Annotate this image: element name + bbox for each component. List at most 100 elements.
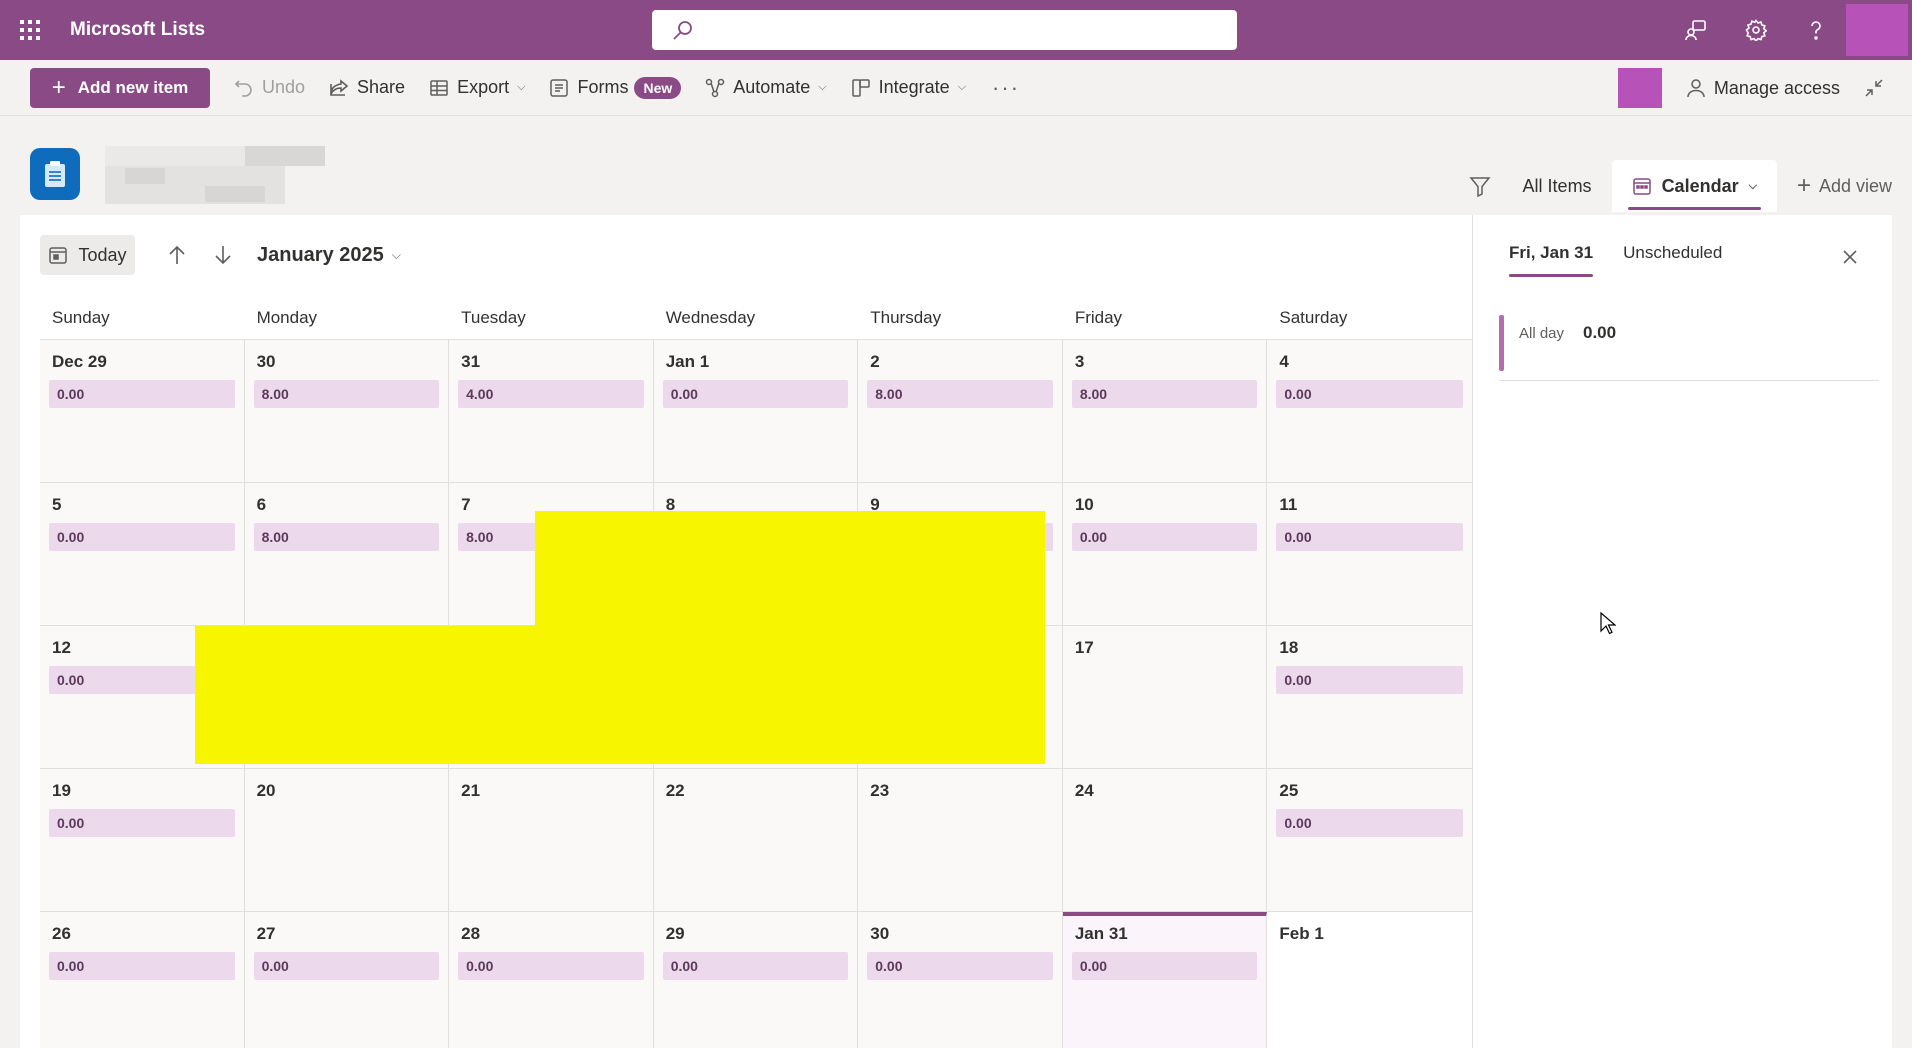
list-color-swatch[interactable] [1617, 68, 1662, 108]
export-button[interactable]: Export ⌵ [417, 68, 537, 108]
next-month-button[interactable] [201, 235, 245, 275]
calendar-day-cell[interactable]: 20 [244, 769, 450, 912]
calendar-day-cell[interactable]: 30 8.00 [244, 340, 450, 483]
weekday-label: Monday [256, 308, 318, 327]
calendar-event[interactable]: 8.00 [253, 380, 440, 408]
calendar-event[interactable]: 8.00 [1071, 380, 1258, 408]
calendar-event[interactable]: 0.00 [49, 523, 235, 551]
day-number: 7 [461, 495, 471, 514]
more-options-button[interactable]: ··· [978, 75, 1034, 101]
day-number: 27 [256, 924, 276, 943]
calendar-event[interactable]: 0.00 [662, 380, 849, 408]
new-badge: New [634, 76, 682, 99]
feedback-button[interactable] [1666, 0, 1726, 60]
tab-all-items[interactable]: All Items [1503, 160, 1612, 212]
calendar-day-cell[interactable]: Jan 1 0.00 [653, 340, 859, 483]
app-title[interactable]: Microsoft Lists [70, 19, 205, 41]
close-icon[interactable] [1838, 245, 1862, 269]
manage-access-button[interactable]: Manage access [1674, 68, 1852, 108]
calendar-day-cell[interactable]: Jan 31 0.00 [1062, 912, 1268, 1048]
calendar-day-cell[interactable]: 26 0.00 [40, 912, 245, 1048]
filter-button[interactable] [1457, 163, 1503, 209]
calendar-day-cell[interactable]: 19 0.00 [40, 769, 245, 912]
calendar-day-cell[interactable]: 25 0.00 [1267, 769, 1472, 912]
calendar-day-cell[interactable]: 28 0.00 [449, 912, 654, 1048]
mouse-cursor-icon [1600, 612, 1616, 635]
calendar-day-cell[interactable]: 23 [858, 769, 1063, 912]
tab-selected-date[interactable]: Fri, Jan 31 [1509, 243, 1594, 277]
calendar-event[interactable]: 8.00 [867, 380, 1053, 408]
collapse-icon [1865, 79, 1883, 97]
month-picker[interactable]: January 2025 ⌵ [257, 244, 401, 267]
calendar-today-icon [49, 247, 68, 264]
calendar-day-cell[interactable]: 21 [449, 769, 654, 912]
day-number: 17 [1074, 638, 1094, 657]
calendar-day-cell[interactable]: 29 0.00 [653, 912, 859, 1048]
settings-button[interactable] [1726, 0, 1786, 60]
weekday-label: Saturday [1279, 308, 1348, 327]
app-launcher-button[interactable] [0, 0, 60, 60]
calendar-day-cell[interactable]: 2 8.00 [858, 340, 1063, 483]
automate-button[interactable]: Automate ⌵ [693, 68, 838, 108]
calendar-event[interactable]: 0.00 [49, 952, 235, 980]
calendar-event[interactable]: 0.00 [1276, 666, 1463, 694]
calendar-event[interactable]: 0.00 [458, 952, 644, 980]
calendar-event[interactable]: 0.00 [1276, 380, 1463, 408]
calendar-event[interactable]: 0.00 [1071, 523, 1258, 551]
help-button[interactable] [1786, 0, 1846, 60]
weekday-label: Tuesday [461, 308, 526, 327]
search-input[interactable] [704, 12, 1237, 48]
highlight-marker [195, 626, 1045, 764]
calendar-day-cell[interactable]: 11 0.00 [1267, 483, 1472, 626]
calendar-event[interactable]: 0.00 [1071, 952, 1258, 980]
calendar-day-cell[interactable]: 5 0.00 [40, 483, 245, 626]
day-number: 3 [1074, 352, 1085, 371]
share-button[interactable]: Share [317, 68, 417, 108]
day-number: 23 [870, 781, 890, 800]
day-number: 11 [1279, 495, 1298, 514]
calendar-day-cell[interactable]: 6 8.00 [244, 483, 450, 626]
calendar-toolbar: Today January 2025 ⌵ [40, 235, 401, 275]
search-box[interactable] [652, 10, 1237, 50]
calendar-event[interactable]: 0.00 [253, 952, 440, 980]
day-number: 5 [52, 495, 62, 514]
undo-icon [234, 79, 252, 97]
day-number: 31 [461, 352, 481, 371]
calendar-event[interactable]: 0.00 [867, 952, 1053, 980]
tab-calendar[interactable]: Calendar ⌵ [1611, 160, 1777, 212]
undo-button[interactable]: Undo [222, 68, 317, 108]
calendar-event[interactable]: 4.00 [458, 380, 644, 408]
integrate-button[interactable]: Integrate ⌵ [839, 68, 978, 108]
view-switcher: All Items Calendar ⌵ + Add view [1457, 160, 1912, 212]
calendar-day-cell[interactable]: 22 [653, 769, 859, 912]
calendar-event[interactable]: 0.00 [49, 809, 235, 837]
calendar-day-cell[interactable]: 18 0.00 [1267, 626, 1472, 769]
calendar-day-cell[interactable]: 4 0.00 [1267, 340, 1472, 483]
calendar-day-cell[interactable]: 17 [1062, 626, 1268, 769]
calendar-event[interactable]: 0.00 [1276, 809, 1463, 837]
calendar-event[interactable]: 8.00 [253, 523, 440, 551]
account-avatar[interactable] [1846, 4, 1908, 56]
pane-event-item[interactable]: All day 0.00 [1499, 315, 1879, 381]
calendar-day-cell[interactable]: 31 4.00 [449, 340, 654, 483]
forms-button[interactable]: Forms New [537, 68, 693, 108]
calendar-day-cell[interactable]: 3 8.00 [1062, 340, 1268, 483]
calendar-day-cell[interactable]: 27 0.00 [244, 912, 450, 1048]
calendar-day-cell[interactable]: Dec 29 0.00 [40, 340, 245, 483]
collapse-button[interactable] [1852, 68, 1904, 108]
calendar-day-cell[interactable]: 30 0.00 [858, 912, 1063, 1048]
calendar-event[interactable]: 0.00 [1276, 523, 1463, 551]
add-view-button[interactable]: + Add view [1777, 160, 1912, 212]
add-new-item-button[interactable]: + Add new item [30, 67, 210, 108]
day-number: 18 [1279, 638, 1299, 657]
chevron-down-icon: ⌵ [517, 81, 526, 93]
tab-unscheduled[interactable]: Unscheduled [1623, 243, 1722, 277]
calendar-event[interactable]: 0.00 [49, 380, 235, 408]
today-button[interactable]: Today [40, 235, 135, 275]
calendar-event[interactable]: 0.00 [662, 952, 849, 980]
calendar-day-cell[interactable]: 24 [1062, 769, 1268, 912]
previous-month-button[interactable] [155, 235, 199, 275]
event-color-bar [1499, 315, 1504, 371]
calendar-day-cell[interactable]: 10 0.00 [1062, 483, 1268, 626]
calendar-day-cell[interactable]: Feb 1 [1267, 912, 1472, 1048]
